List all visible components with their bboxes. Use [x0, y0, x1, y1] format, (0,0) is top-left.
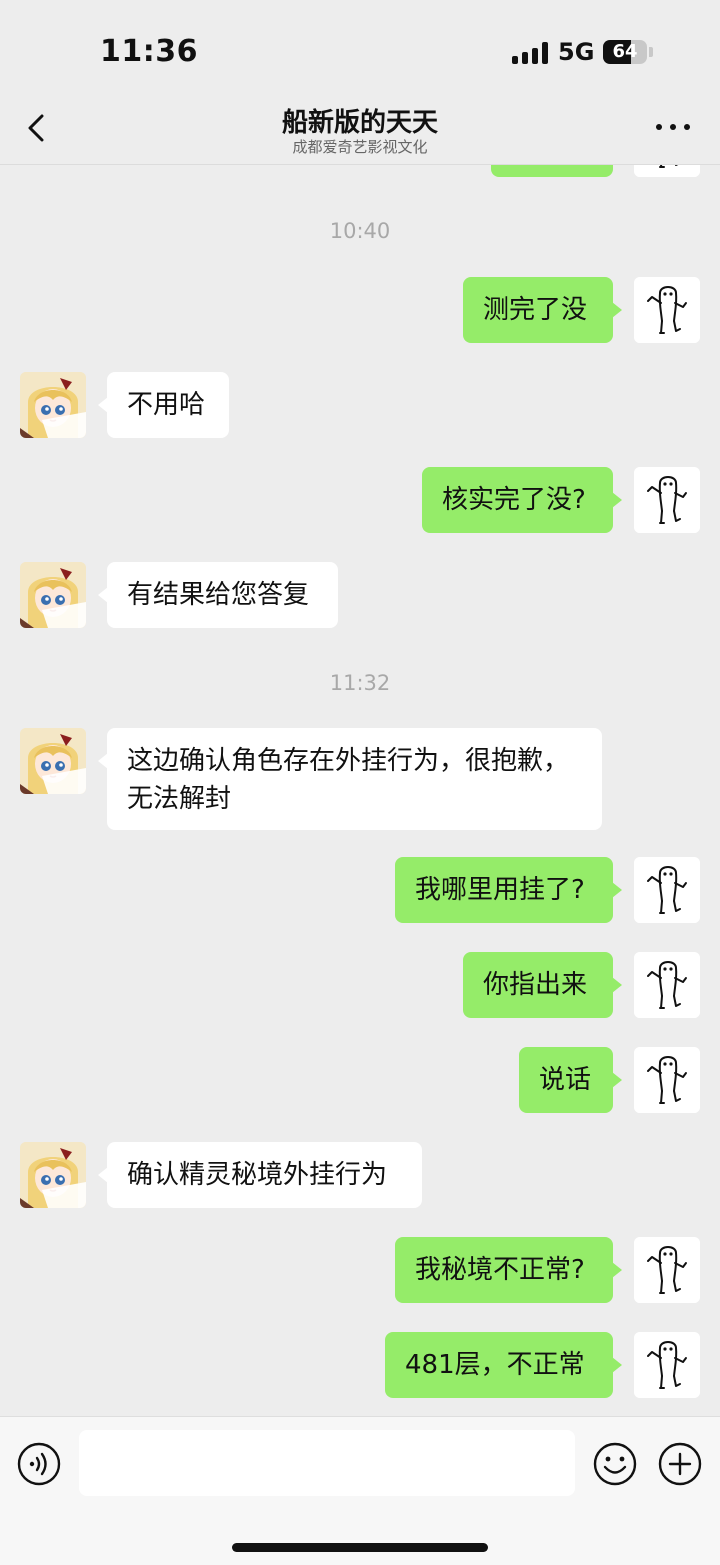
status-time: 11:36: [100, 34, 198, 69]
message-bubble[interactable]: 确认精灵秘境外挂行为: [98, 1142, 422, 1208]
my-avatar[interactable]: [634, 1047, 700, 1113]
message-bubble[interactable]: 说话: [519, 1047, 622, 1113]
timestamp: 11:32: [329, 671, 391, 695]
battery-icon: 64: [603, 40, 647, 64]
message-bubble-clipped: [491, 165, 613, 177]
status-bar: 11:36 5G 64: [0, 0, 720, 96]
message-bubble[interactable]: 不用哈: [98, 372, 229, 438]
signal-icon: [512, 42, 548, 64]
battery-tip: [649, 47, 653, 57]
contact-avatar[interactable]: [20, 562, 86, 628]
my-avatar[interactable]: [634, 1332, 700, 1398]
voice-icon[interactable]: [17, 1442, 61, 1486]
plus-icon[interactable]: [658, 1442, 702, 1486]
message-bubble[interactable]: 我秘境不正常?: [395, 1237, 622, 1303]
home-indicator: [232, 1543, 488, 1552]
message-bubble[interactable]: 你指出来: [463, 952, 622, 1018]
chat-subtitle: 成都爱奇艺影视文化: [292, 138, 428, 156]
chat-header: 船新版的天天 成都爱奇艺影视文化: [0, 96, 720, 165]
my-avatar[interactable]: [634, 467, 700, 533]
message-bubble[interactable]: 这边确认角色存在外挂行为，很抱歉，无法解封: [98, 728, 602, 830]
message-bubble[interactable]: 481层，不正常: [385, 1332, 622, 1398]
my-avatar[interactable]: [634, 277, 700, 343]
my-avatar: [634, 165, 700, 177]
my-avatar[interactable]: [634, 857, 700, 923]
message-bubble[interactable]: 我哪里用挂了?: [395, 857, 622, 923]
emoji-icon[interactable]: [593, 1442, 637, 1486]
message-bubble[interactable]: 核实完了没?: [422, 467, 622, 533]
input-bar: [0, 1416, 720, 1565]
battery-level: 64: [612, 41, 638, 62]
contact-avatar[interactable]: [20, 728, 86, 794]
message-input[interactable]: [79, 1430, 575, 1496]
more-icon[interactable]: [656, 122, 692, 132]
chat-title: 船新版的天天: [281, 108, 438, 138]
my-avatar[interactable]: [634, 1237, 700, 1303]
chat-area[interactable]: 10:40 测完了没 不用哈 核实完了没? 有结果给您答复 11:32 这边确认…: [0, 165, 720, 1416]
network-type: 5G: [558, 38, 595, 66]
contact-avatar[interactable]: [20, 372, 86, 438]
my-avatar[interactable]: [634, 952, 700, 1018]
contact-avatar[interactable]: [20, 1142, 86, 1208]
message-bubble[interactable]: 测完了没: [463, 277, 622, 343]
message-bubble[interactable]: 有结果给您答复: [98, 562, 338, 628]
timestamp: 10:40: [329, 219, 391, 243]
